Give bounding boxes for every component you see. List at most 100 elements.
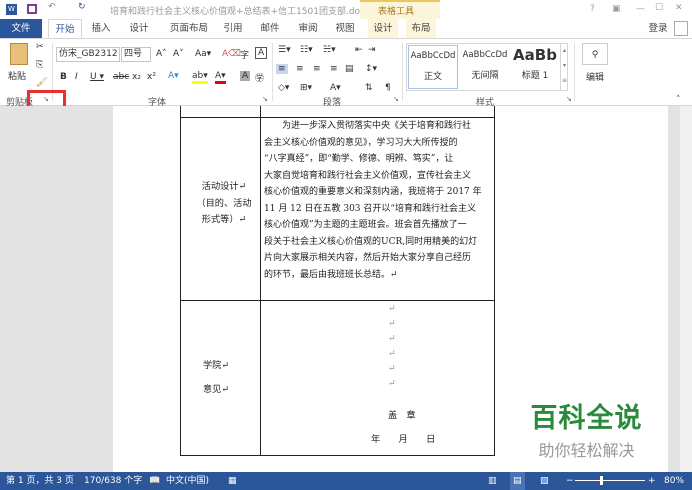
increase-indent-icon[interactable]: ⇥ (368, 45, 376, 55)
avatar (674, 21, 688, 36)
page-count[interactable]: 第 1 页，共 3 页 (6, 472, 74, 490)
document-area: 活动设计↵ （目的、活动 形式等）↵ 为进一步深入贯彻落实中央《关于培育和践行社… (0, 106, 680, 472)
distributed-icon[interactable]: ▤ (345, 64, 354, 74)
title-bar: W ↶ ↻ 培育和践行社会主义核心价值观+总结表+信工1501团支部.doc..… (0, 0, 692, 38)
read-mode-icon[interactable]: ▥ (488, 472, 497, 490)
help-button[interactable]: ? (590, 4, 595, 14)
zoom-level[interactable]: 80% (664, 472, 684, 490)
row-label-activity-design: 活动设计↵ （目的、活动 形式等）↵ (189, 179, 259, 229)
tab-table-design[interactable]: 设计 (368, 19, 398, 38)
web-layout-icon[interactable]: ▧ (540, 472, 549, 490)
underline-icon[interactable]: U ▾ (90, 72, 104, 82)
char-border-icon[interactable]: A (255, 47, 268, 59)
zoom-slider[interactable] (575, 480, 645, 481)
chinese-layout-icon[interactable]: A▾ (330, 83, 341, 93)
print-layout-icon[interactable]: ▤ (510, 472, 525, 490)
tab-references[interactable]: 引用 (218, 19, 248, 38)
status-bar: 第 1 页，共 3 页 170/638 个字 📖 中文(中国) ▦ ▥ ▤ ▧ … (0, 472, 692, 490)
bullets-icon[interactable]: ☰▾ (278, 45, 291, 55)
zoom-out-button[interactable]: − (566, 472, 574, 490)
login-link[interactable]: 登录 (646, 19, 670, 38)
tab-table-layout[interactable]: 布局 (406, 19, 436, 38)
text-line: 片向大家展示相关内容，然后开始大家分享自己经历 (264, 253, 472, 263)
font-name-select[interactable]: 仿宋_GB2312 (56, 47, 120, 62)
style-no-spacing[interactable]: AaBbCcDd 无间隔 (460, 45, 510, 89)
subscript-icon[interactable]: x₂ (132, 72, 141, 82)
tab-file[interactable]: 文件 (0, 19, 42, 38)
phonetic-icon[interactable]: 字 (240, 48, 249, 61)
style-normal[interactable]: AaBbCcDd 正文 (408, 45, 458, 89)
text-line: 会主义核心价值观的意见》，学习习大大所传授的 (264, 137, 458, 148)
zoom-slider-thumb[interactable] (600, 476, 603, 485)
language[interactable]: 中文(中国) (166, 472, 209, 490)
tab-view[interactable]: 视图 (330, 19, 360, 38)
paste-button[interactable]: 粘贴 (8, 43, 30, 82)
highlight-icon[interactable]: ab▾ (192, 71, 208, 84)
style-heading-1[interactable]: AaBb 标题 1 (512, 45, 558, 89)
line-spacing-icon[interactable]: ↕▾ (365, 64, 377, 74)
paragraph-launcher-icon[interactable]: ↘ (393, 95, 399, 103)
shading-icon[interactable]: ◇▾ (278, 83, 289, 93)
numbering-icon[interactable]: ☷▾ (300, 45, 313, 55)
word-count[interactable]: 170/638 个字 (84, 472, 142, 490)
justify-icon[interactable]: ≡ (330, 64, 338, 74)
clear-format-icon[interactable]: A⌫ (222, 49, 241, 59)
tab-design[interactable]: 设计 (124, 19, 154, 38)
tab-layout[interactable]: 页面布局 (164, 19, 214, 38)
styles-scroll[interactable]: ▴ ▾ ≡ (560, 43, 568, 91)
copy-icon[interactable]: ⎘ (36, 60, 43, 70)
tab-mailings[interactable]: 邮件 (255, 19, 285, 38)
decrease-indent-icon[interactable]: ⇤ (355, 45, 363, 55)
bold-icon[interactable]: B (60, 72, 67, 82)
format-painter-icon[interactable]: 🖌 (36, 78, 47, 88)
collapse-ribbon-icon[interactable]: ˄ (676, 95, 681, 105)
macro-icon[interactable]: ▦ (228, 472, 237, 490)
proofing-icon[interactable]: 📖 (149, 472, 160, 490)
char-shading-icon[interactable]: A (240, 71, 251, 81)
styles-launcher-icon[interactable]: ↘ (566, 95, 572, 103)
tab-insert[interactable]: 插入 (86, 19, 116, 38)
grow-font-icon[interactable]: A˄ (156, 49, 167, 59)
label-line: 活动设计↵ (201, 181, 247, 192)
zoom-in-button[interactable]: + (648, 472, 656, 490)
close-button[interactable]: ✕ (675, 3, 683, 13)
align-left-icon[interactable]: ≡ (276, 64, 288, 74)
enclose-char-icon[interactable]: ㊫ (255, 71, 264, 84)
style-preview: AaBbCcDd (462, 50, 508, 60)
opinion-content[interactable]: ↵ ↵ ↵ ↵ ↵ ↵ (388, 301, 396, 391)
vertical-scrollbar[interactable] (680, 106, 692, 472)
editing-button[interactable]: ⚲ 编辑 (582, 43, 608, 83)
strikethrough-icon[interactable]: abc (113, 72, 129, 82)
clipboard-launcher-icon[interactable]: ↘ (43, 95, 49, 103)
font-color-icon[interactable]: A▾ (215, 71, 226, 84)
ribbon-display-button[interactable]: ▣ (612, 4, 621, 14)
maximize-button[interactable]: ☐ (655, 3, 663, 13)
label-line: 学院↵ (203, 360, 230, 371)
row-label-college-opinion: 学院↵ 意见↵ (203, 354, 229, 402)
undo-icon[interactable]: ↶ (48, 2, 56, 12)
sort-icon[interactable]: ⇅ (365, 83, 373, 93)
font-size-select[interactable]: 四号 (121, 47, 151, 62)
save-icon[interactable] (27, 4, 37, 14)
style-name: 无间隔 (471, 71, 499, 81)
text-effects-icon[interactable]: A▾ (168, 71, 179, 81)
multilevel-icon[interactable]: ☵▾ (323, 45, 336, 55)
italic-icon[interactable]: I (75, 72, 78, 82)
show-marks-icon[interactable]: ¶ (385, 83, 391, 93)
superscript-icon[interactable]: x² (147, 72, 156, 82)
shrink-font-icon[interactable]: A˅ (173, 49, 184, 59)
tab-home[interactable]: 开始 (48, 19, 82, 39)
minimize-button[interactable]: — (636, 4, 645, 14)
cut-icon[interactable]: ✂ (36, 42, 44, 52)
borders-icon[interactable]: ⊞▾ (300, 83, 312, 93)
redo-icon[interactable]: ↻ (78, 2, 86, 12)
activity-description[interactable]: 为进一步深入贯彻落实中央《关于培育和践行社 会主义核心价值观的意见》，学习习大大… (264, 118, 496, 283)
style-name: 正文 (423, 72, 442, 82)
align-right-icon[interactable]: ≡ (313, 64, 321, 74)
style-preview: AaBbCcDd (410, 51, 456, 61)
tab-review[interactable]: 审阅 (293, 19, 323, 38)
style-name: 标题 1 (521, 71, 549, 81)
change-case-icon[interactable]: Aa▾ (195, 49, 211, 59)
font-launcher-icon[interactable]: ↘ (262, 95, 268, 103)
align-center-icon[interactable]: ≡ (296, 64, 304, 74)
